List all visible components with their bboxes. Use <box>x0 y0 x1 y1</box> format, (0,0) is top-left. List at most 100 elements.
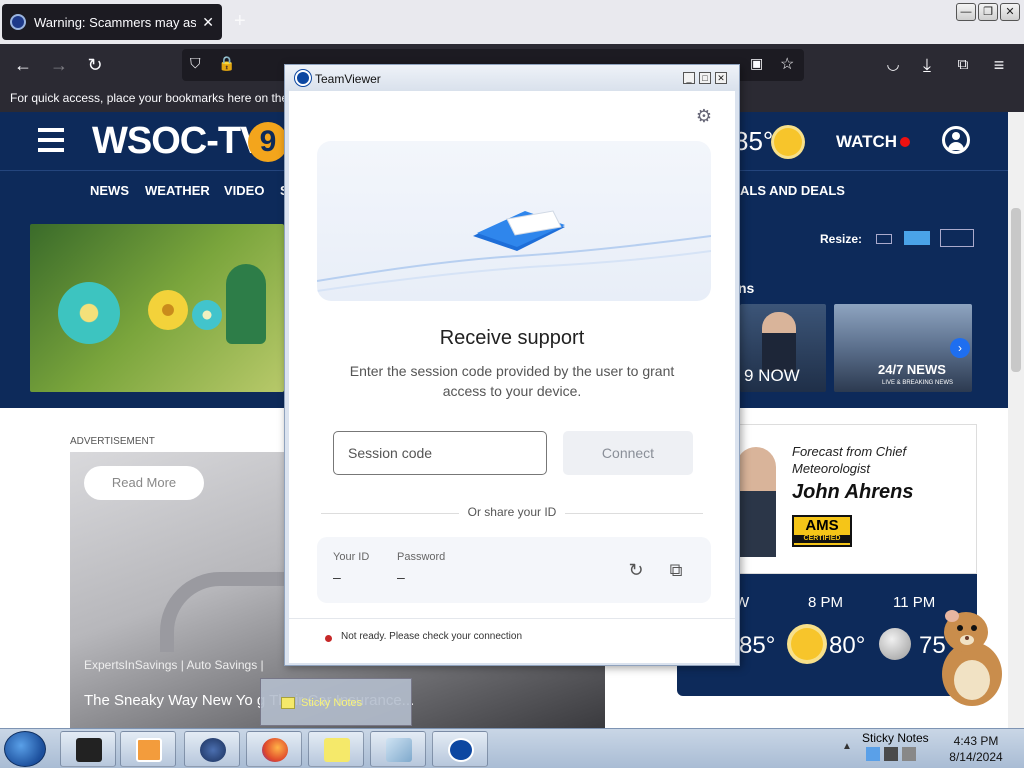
back-arrow-icon[interactable]: ← <box>10 52 36 78</box>
nav-deals[interactable]: ALS AND DEALS <box>740 183 845 198</box>
flower-shape <box>192 300 222 330</box>
taskbar-teamviewer[interactable] <box>432 731 488 767</box>
volume-icon[interactable] <box>902 747 916 761</box>
live-dot-icon <box>900 137 910 147</box>
your-id-value: – <box>333 569 341 585</box>
sun-icon <box>791 628 823 660</box>
browser-tab-bar: Warning: Scammers may ask yo ✕ + — ❐ ✕ <box>0 0 1024 44</box>
taskbar-firefox[interactable] <box>246 731 302 767</box>
status-error-icon <box>325 635 332 642</box>
id-password-card: Your ID – Password – ↻ ⧉ <box>317 537 711 603</box>
site-logo[interactable]: WSOC-TV <box>92 120 265 163</box>
247-news-subcaption: LIVE & BREAKING NEWS <box>882 380 954 386</box>
nav-weather[interactable]: WEATHER <box>145 183 210 198</box>
reader-view-icon[interactable]: ▣ <box>750 55 763 72</box>
extensions-icon[interactable]: ⧉ <box>950 52 976 78</box>
ams-certified-badge: AMS CERTIFIED <box>792 515 852 547</box>
meteorologist-photo <box>736 447 776 557</box>
teamviewer-title: TeamViewer <box>315 72 381 86</box>
user-account-icon[interactable] <box>942 126 970 154</box>
anchor-figure <box>762 312 796 372</box>
video-icon <box>136 738 162 762</box>
support-illustration <box>317 141 711 301</box>
network-icon[interactable] <box>866 747 880 761</box>
browser-tab[interactable]: Warning: Scammers may ask yo ✕ <box>2 4 222 40</box>
tray-expand-icon[interactable]: ▲ <box>842 741 852 752</box>
ad-source: ExpertsInSavings | Auto Savings | <box>84 658 264 672</box>
status-divider <box>289 618 735 619</box>
carousel-next-icon[interactable]: › <box>950 338 970 358</box>
display-icon[interactable] <box>884 747 898 761</box>
wave-illustration <box>317 210 711 292</box>
forecast-label: Forecast from Chief Meteorologist <box>792 444 907 476</box>
page-scrollbar[interactable] <box>1008 112 1024 728</box>
nav-news[interactable]: NEWS <box>90 183 129 198</box>
taskbar-sticky-notes[interactable] <box>308 731 364 767</box>
flower-shape <box>148 290 188 330</box>
gardener-figure <box>226 264 266 344</box>
hamburger-menu-icon[interactable] <box>38 128 64 152</box>
lock-icon[interactable]: 🔒 <box>218 55 235 72</box>
channel-9-logo: 9 <box>248 122 288 162</box>
download-icon[interactable]: ⤓ <box>914 52 940 78</box>
scrollbar-thumb[interactable] <box>1011 208 1021 372</box>
firefox-icon <box>262 738 288 762</box>
reload-icon[interactable]: ↻ <box>82 52 108 78</box>
taskbar-app-3[interactable] <box>184 731 240 767</box>
tv-close-icon[interactable]: ✕ <box>715 72 727 84</box>
restore-button[interactable]: ❐ <box>978 3 998 21</box>
shield-icon[interactable]: ⛉ <box>190 55 201 72</box>
media-player-icon <box>76 738 102 762</box>
watch-link[interactable]: WATCH <box>836 132 897 152</box>
session-code-input[interactable] <box>333 431 547 475</box>
sticky-notes-icon <box>324 738 350 762</box>
taskbar-app-2[interactable] <box>120 731 176 767</box>
hamster-mascot-icon[interactable] <box>930 604 1010 708</box>
ams-text: AMS <box>805 517 839 534</box>
bookmark-star-icon[interactable]: ☆ <box>780 54 794 74</box>
9-now-thumbnail[interactable]: 9 NOW <box>740 304 826 392</box>
news-section-label: ns <box>738 280 755 296</box>
system-clock[interactable]: 4:43 PM 8/14/2024 <box>938 733 1014 765</box>
tv-minimize-icon[interactable]: _ <box>683 72 695 84</box>
resize-medium-icon[interactable] <box>904 231 930 245</box>
refresh-password-icon[interactable]: ↻ <box>625 559 647 581</box>
resize-large-icon[interactable] <box>940 229 974 247</box>
tab-close-icon[interactable]: ✕ <box>202 14 214 31</box>
taskbar-app-1[interactable] <box>60 731 116 767</box>
ams-subtext: CERTIFIED <box>794 535 850 543</box>
nav-video[interactable]: VIDEO <box>224 183 264 198</box>
clock-date: 8/14/2024 <box>949 750 1003 764</box>
taskbar-app-6[interactable] <box>370 731 426 767</box>
forward-arrow-icon[interactable]: → <box>46 52 72 78</box>
teamviewer-window: TeamViewer _ □ ✕ ⚙ Receive support Enter… <box>284 64 740 666</box>
moon-icon <box>879 628 911 660</box>
new-tab-button[interactable]: + <box>234 10 246 33</box>
hour-2-temp: 80° <box>829 632 866 659</box>
sticky-note-icon <box>281 697 295 709</box>
taskbar: ▲ Sticky Notes 4:43 PM 8/14/2024 <box>0 728 1024 768</box>
pocket-icon[interactable]: ◡ <box>880 52 906 78</box>
receive-support-heading: Receive support <box>439 327 585 349</box>
247-news-caption: 24/7 NEWS <box>878 362 946 377</box>
teamviewer-titlebar[interactable]: TeamViewer _ □ ✕ <box>285 65 739 91</box>
teamviewer-logo-icon <box>295 70 311 86</box>
sticky-notes-preview[interactable]: Sticky Notes <box>260 678 412 726</box>
menu-icon[interactable]: ≡ <box>986 52 1012 78</box>
ad-read-more-button[interactable]: Read More <box>84 466 204 500</box>
connect-button[interactable]: Connect <box>563 431 693 475</box>
minimize-button[interactable]: — <box>956 3 976 21</box>
tv-maximize-icon[interactable]: □ <box>699 72 711 84</box>
tray-tooltip: Sticky Notes <box>862 731 929 745</box>
hour-1-temp: 85° <box>739 632 776 659</box>
copy-icon[interactable]: ⧉ <box>665 559 687 581</box>
garden-video-thumbnail[interactable] <box>30 224 284 392</box>
teamviewer-content: ⚙ Receive support Enter the session code… <box>289 91 735 663</box>
close-window-button[interactable]: ✕ <box>1000 3 1020 21</box>
your-id-label: Your ID <box>333 551 370 563</box>
settings-gear-icon[interactable]: ⚙ <box>693 105 715 127</box>
start-button[interactable] <box>4 731 46 767</box>
resize-small-icon[interactable] <box>876 234 892 244</box>
or-share-id-label: Or share your ID <box>459 505 565 519</box>
9-now-caption: 9 NOW <box>744 366 800 385</box>
